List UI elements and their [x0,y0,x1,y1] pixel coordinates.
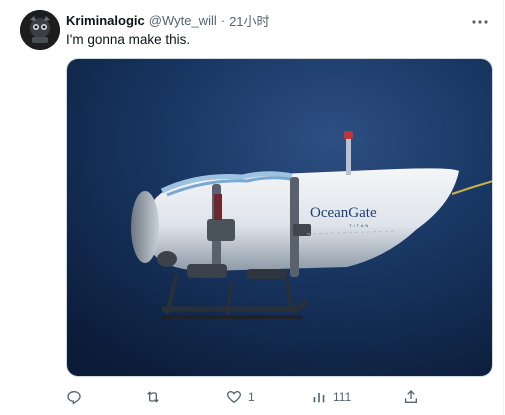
more-button[interactable] [470,12,490,28]
avatar[interactable] [20,10,60,50]
like-button[interactable]: 1 [226,388,255,406]
more-icon [472,11,488,29]
heart-icon [226,389,242,405]
tweet-media[interactable]: OceanGate TITAN [66,58,493,377]
submarine-image: OceanGate TITAN [67,59,492,376]
share-button[interactable] [403,388,419,406]
views-icon [311,389,327,405]
share-icon [403,389,419,405]
reply-button[interactable] [66,388,88,406]
tweet-text: I'm gonna make this. [66,32,191,47]
column-divider [503,0,504,415]
tweet[interactable]: Kriminalogic @Wyte_will · 21小时 I'm gonna… [0,0,504,415]
like-count: 1 [248,390,255,404]
display-name[interactable]: Kriminalogic [66,13,145,28]
views-count: 111 [333,390,352,404]
hull-logo-sub: TITAN [349,223,370,228]
hull-logo: OceanGate [310,205,377,221]
views-button[interactable]: 111 [311,388,351,406]
user-handle[interactable]: @Wyte_will [149,13,217,28]
tweet-header: Kriminalogic @Wyte_will · 21小时 [66,11,464,29]
reply-icon [66,389,82,405]
repost-button[interactable] [145,388,167,406]
repost-icon [145,389,161,405]
action-bar: 1 111 [66,388,426,406]
separator-dot: · [220,12,226,28]
timestamp[interactable]: 21小时 [229,11,269,30]
